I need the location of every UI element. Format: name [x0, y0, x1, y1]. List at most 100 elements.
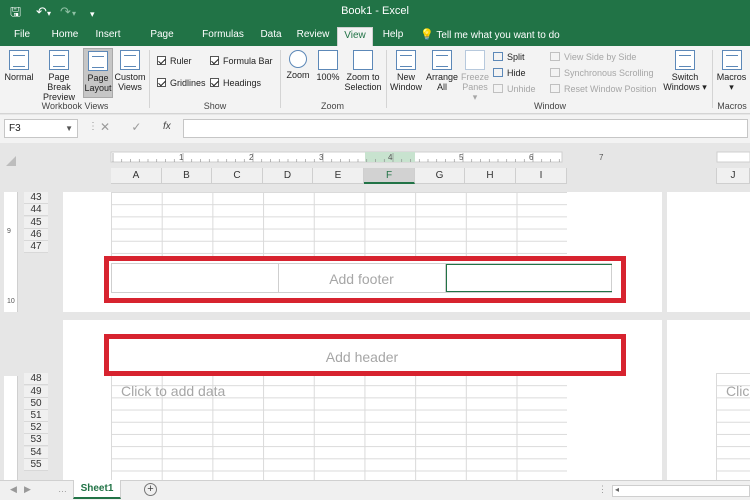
more-sheets-icon[interactable]: …	[58, 484, 67, 494]
checkbox-checked-icon	[210, 56, 219, 65]
lightbulb-icon: 💡	[420, 29, 434, 41]
tab-help[interactable]: Help	[378, 27, 408, 46]
header-highlight-box	[104, 334, 626, 376]
ruler-mark: 9	[7, 228, 11, 235]
macros-button[interactable]: Macros ▾	[715, 50, 748, 92]
scroll-right-icon[interactable]: ▶	[24, 484, 31, 495]
ruler-mark: 4	[388, 153, 393, 162]
tab-file[interactable]: File	[8, 27, 36, 46]
cell-grid-top[interactable]	[111, 192, 567, 258]
switch-windows-icon	[675, 50, 695, 70]
sheet-tab-bar: ◀ ▶ … Sheet1 + ⋮ ◂	[0, 480, 750, 500]
row-header[interactable]: 49	[24, 386, 48, 398]
tab-insert[interactable]: Insert	[91, 27, 125, 46]
more-icon: ⋮	[598, 484, 607, 494]
page-layout-view-button[interactable]: Page Layout	[83, 48, 113, 98]
row-header[interactable]: 44	[24, 204, 48, 216]
scroll-left-arrow-icon[interactable]: ◂	[615, 485, 619, 494]
vertical-ruler-lower	[4, 376, 18, 480]
tab-view[interactable]: View	[337, 27, 373, 46]
page-layout-view-icon	[88, 51, 108, 71]
row-header[interactable]: 53	[24, 434, 48, 446]
unhide-icon	[493, 84, 503, 93]
row-header[interactable]: 47	[24, 241, 48, 253]
checkbox-checked-icon	[157, 56, 166, 65]
row-header[interactable]: 43	[24, 192, 48, 204]
ruler-mark: 3	[319, 153, 324, 162]
enter-icon[interactable]: ✓	[131, 120, 141, 134]
tell-me-box[interactable]: 💡 Tell me what you want to do	[420, 27, 560, 44]
column-header-g[interactable]: G	[415, 168, 465, 184]
zoom-100-button[interactable]: 100%	[314, 50, 342, 82]
ribbon: Normal Page Break Preview Page Layout Cu…	[0, 46, 750, 114]
new-window-button[interactable]: New Window	[389, 50, 423, 92]
ruler-mark: 1	[179, 153, 184, 162]
column-header-b[interactable]: B	[162, 168, 212, 184]
row-header[interactable]: 48	[24, 373, 48, 385]
row-header[interactable]: 46	[24, 229, 48, 241]
column-header-c[interactable]: C	[212, 168, 263, 184]
tab-formulas[interactable]: Formulas	[200, 27, 246, 46]
formula-bar: F3 ▼ ⋮ ✕ ✓ fx	[0, 115, 750, 143]
title-bar: 🖫 ↶ ▾ ↷ ▾ ▾ Book1 - Excel	[0, 0, 750, 24]
normal-view-icon	[9, 50, 29, 70]
split-button[interactable]: Split	[493, 51, 525, 63]
headings-checkbox[interactable]: Headings	[210, 77, 261, 89]
macros-group-label: Macros	[717, 101, 747, 111]
ruler-mark: 5	[459, 153, 464, 162]
chevron-down-icon[interactable]: ▼	[65, 120, 73, 137]
formula-bar-checkbox[interactable]: Formula Bar	[210, 55, 273, 67]
column-header-h[interactable]: H	[465, 168, 516, 184]
column-header-a[interactable]: A	[111, 168, 162, 184]
row-header[interactable]: 50	[24, 398, 48, 410]
tab-data[interactable]: Data	[255, 27, 287, 46]
ruler-mark: 10	[7, 298, 15, 305]
macros-icon	[721, 50, 742, 70]
row-header[interactable]: 45	[24, 217, 48, 229]
normal-view-button[interactable]: Normal	[3, 50, 35, 82]
name-box[interactable]: F3 ▼	[4, 119, 78, 138]
row-header[interactable]: 54	[24, 447, 48, 459]
sheet-tab-sheet1[interactable]: Sheet1	[73, 480, 121, 499]
arrange-all-button[interactable]: Arrange All	[424, 50, 460, 92]
zoom-group-label: Zoom	[320, 101, 344, 111]
ruler-checkbox[interactable]: Ruler	[157, 55, 192, 67]
column-header-d[interactable]: D	[263, 168, 313, 184]
column-header-f[interactable]: F	[364, 168, 415, 184]
zoom-to-selection-button[interactable]: Zoom to Selection	[343, 50, 383, 92]
tell-me-text: Tell me what you want to do	[436, 30, 560, 41]
cancel-icon[interactable]: ✕	[100, 120, 110, 134]
zoom-button[interactable]: Zoom	[284, 50, 312, 80]
hide-button[interactable]: Hide	[493, 67, 526, 79]
tab-page-layout[interactable]: Page Layout	[134, 27, 190, 56]
group-separator	[149, 50, 150, 108]
tab-review[interactable]: Review	[294, 27, 332, 46]
formula-input[interactable]	[183, 119, 748, 138]
page-top-right	[667, 192, 750, 312]
insert-function-button[interactable]: fx	[163, 121, 171, 132]
tab-home[interactable]: Home	[48, 27, 82, 46]
arrange-all-icon	[432, 50, 452, 70]
row-header[interactable]: 52	[24, 422, 48, 434]
vertical-ruler: 9 10	[4, 192, 18, 312]
window-group-label: Window	[533, 101, 566, 111]
custom-views-button[interactable]: Custom Views	[114, 50, 146, 92]
show-group-label: Show	[203, 101, 227, 111]
checkbox-checked-icon	[210, 78, 219, 87]
gridlines-checkbox[interactable]: Gridlines	[157, 77, 206, 89]
horizontal-scrollbar[interactable]: ◂	[612, 485, 750, 497]
row-header[interactable]: 51	[24, 410, 48, 422]
select-all-button[interactable]	[6, 156, 16, 166]
column-header-j[interactable]: J	[716, 168, 750, 184]
freeze-panes-button[interactable]: Freeze Panes ▾	[460, 50, 490, 102]
column-header-e[interactable]: E	[313, 168, 364, 184]
switch-windows-button[interactable]: Switch Windows ▾	[663, 50, 707, 92]
row-header[interactable]: 55	[24, 459, 48, 471]
column-header-i[interactable]: I	[516, 168, 567, 184]
add-sheet-icon[interactable]: +	[144, 483, 157, 496]
click-to-add-data-partial[interactable]: Clic	[726, 382, 750, 400]
scroll-left-icon[interactable]: ◀	[10, 484, 17, 495]
zoom-100-icon	[318, 50, 338, 70]
page-break-preview-button[interactable]: Page Break Preview	[37, 50, 81, 102]
click-to-add-data-placeholder[interactable]: Click to add data	[121, 382, 225, 400]
